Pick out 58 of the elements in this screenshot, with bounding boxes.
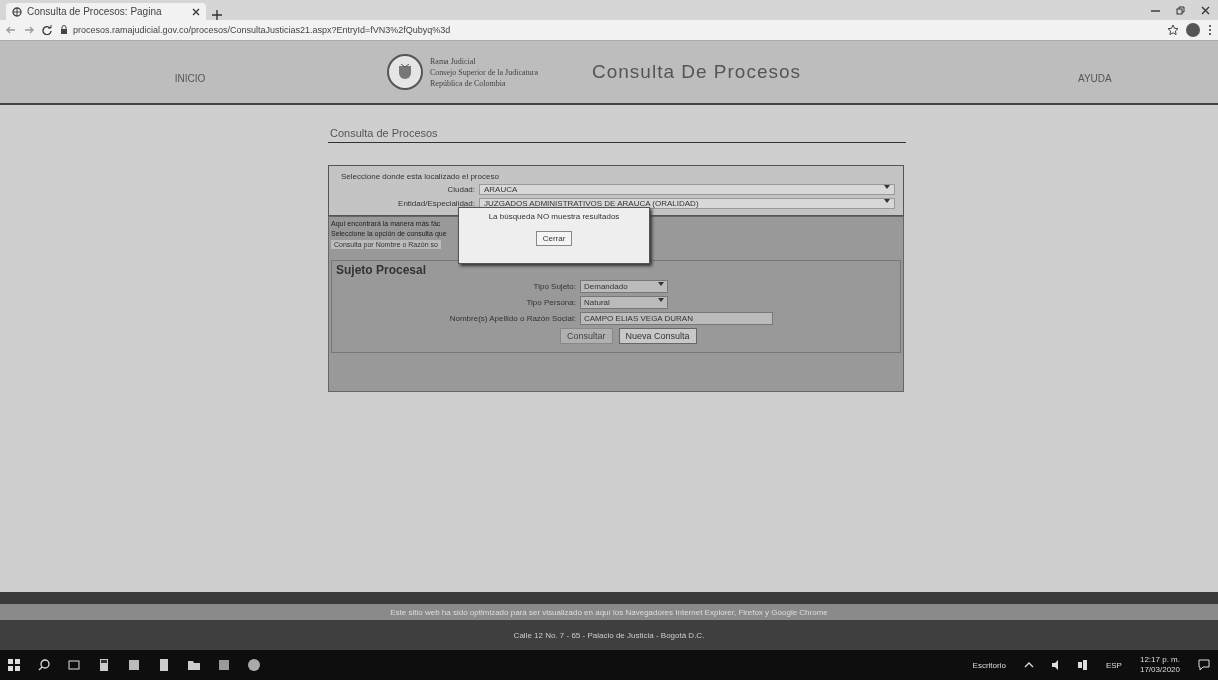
forward-icon[interactable] [24,25,34,35]
folder-icon[interactable] [188,659,200,671]
task-view-icon[interactable] [68,659,80,671]
caret-icon [884,185,890,189]
star-icon[interactable] [1168,25,1178,35]
caret-icon [884,199,890,203]
document-icon[interactable] [158,659,170,671]
speaker-icon[interactable] [1051,660,1060,670]
field-label: Entidad/Especialidad: [397,199,475,208]
close-dialog-button[interactable]: Cerrar [535,231,573,246]
dropdown[interactable]: Natural [580,296,668,309]
new-tab-icon[interactable] [212,10,222,20]
restore-icon[interactable] [1176,5,1185,15]
tab-title: Consulta de Procesos: Pagina [27,6,163,17]
coat-of-arms-icon [396,64,414,80]
footer-notice: Este sitio web ha sido optimizado para ser visualizado en aquí los Navegadores Internet Explorer, Firefox y Google Chrome [390,607,828,617]
back-icon[interactable] [6,25,16,35]
search-icon[interactable] [38,659,50,671]
logo-text: República de Colombia [430,78,507,88]
logo-heading: Rama Judicial [430,56,477,66]
site-title: Consulta De Procesos [591,61,803,83]
dialog-message: La búsqueda NO muestra resultados [488,212,620,221]
chevron-up-icon[interactable] [1023,661,1034,669]
caret-icon [658,282,664,286]
new-query-button[interactable]: Nueva Consulta [618,328,697,344]
desktop-label[interactable]: Escritorio [972,660,1006,670]
section-title: Sujeto Procesal [336,263,428,277]
app-icon[interactable] [128,659,140,671]
network-icon[interactable] [1077,660,1088,670]
notifications-icon[interactable] [1198,659,1210,671]
field-label: Tipo Sujeto: [532,282,576,291]
dropdown[interactable]: ARAUCA [479,184,895,195]
reload-icon[interactable] [42,25,52,35]
instruction-text: Seleccione donde esta localizado el proceso [341,172,500,181]
more-menu-icon[interactable] [1208,24,1212,36]
calculator-icon[interactable] [98,659,110,671]
logo-text: Consejo Superior de la Judicatura [430,67,539,77]
browser-icon[interactable] [248,659,260,671]
close-icon[interactable] [1201,5,1210,15]
language-indicator[interactable]: ESP [1105,660,1122,670]
close-icon[interactable] [192,7,200,16]
nav-link[interactable]: AYUDA [1078,60,1112,84]
nav-link[interactable]: INICIO [174,60,206,84]
footer-address: Calle 12 No. 7 - 65 - Palacio de Justicia - Bogotá D.C. [513,630,705,640]
lock-icon [60,25,68,35]
globe-icon [12,6,22,17]
clock[interactable]: 12:17 p. m. 17/03/2020 [1139,655,1180,675]
page-title: Consulta de Procesos [328,127,906,143]
profile-avatar-icon[interactable] [1186,23,1200,37]
caret-icon [658,298,664,302]
browser-tab[interactable]: Consulta de Procesos: Pagina [6,3,206,20]
windows-start-icon[interactable] [8,659,20,671]
input-field[interactable]: CAMPO ELIAS VEGA DURAN [580,312,773,325]
field-label: Tipo Persona: [525,298,576,307]
field-label: Nombre(s) Apellido o Razón Social: [448,314,576,323]
dropdown[interactable]: Demandado [580,280,668,293]
app-icon[interactable] [218,659,230,671]
field-label: Ciudad: [446,185,475,194]
